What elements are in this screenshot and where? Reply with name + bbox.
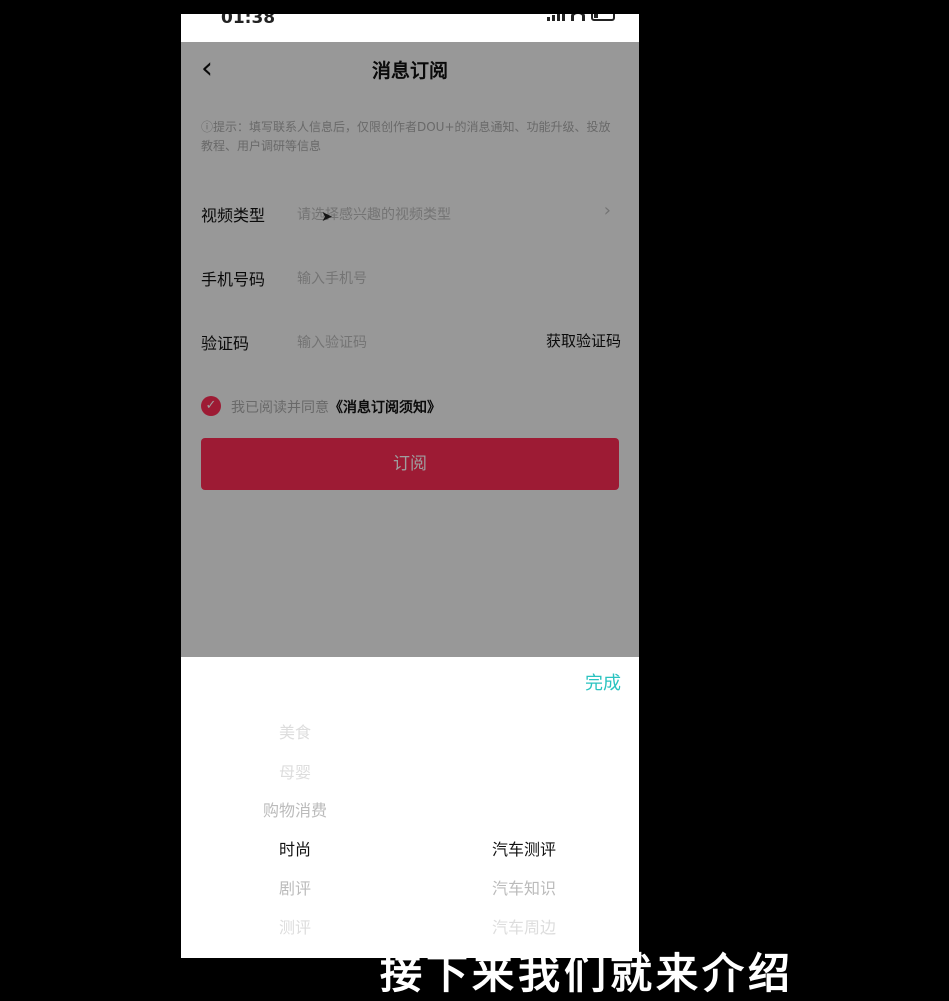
signal-icon [547,14,565,21]
status-icons [547,14,615,21]
wifi-icon [571,14,585,21]
picker-option[interactable]: 测评 [181,914,409,938]
phone-screen: 01:38 ‹ 消息订阅 ⓘ提示：填写联系人信息后，仅限创作者DOU+的消息通知… [181,14,639,958]
picker-option[interactable]: 汽车知识 [409,875,639,899]
picker-option-selected[interactable]: 时尚 [181,836,409,860]
status-time: 01:38 [221,14,276,28]
picker-option[interactable]: 剧评 [181,875,409,899]
picker-option[interactable]: 汽车周边 [409,914,639,938]
picker-option[interactable]: 购物消费 [181,797,409,821]
picker-sheet: 完成 美食 母婴 购物消费 时尚 剧评 测评 汽车测评 汽车知识 汽车周边 [181,657,639,958]
picker-option[interactable]: 美食 [181,719,409,743]
video-caption: 接下来我们就来介绍 [380,949,795,998]
done-button[interactable]: 完成 [585,669,621,695]
picker-option-selected[interactable]: 汽车测评 [409,836,639,860]
battery-icon [591,14,615,21]
modal-overlay[interactable] [181,42,639,658]
picker-option[interactable]: 母婴 [181,759,409,783]
status-bar: 01:38 [181,14,639,42]
